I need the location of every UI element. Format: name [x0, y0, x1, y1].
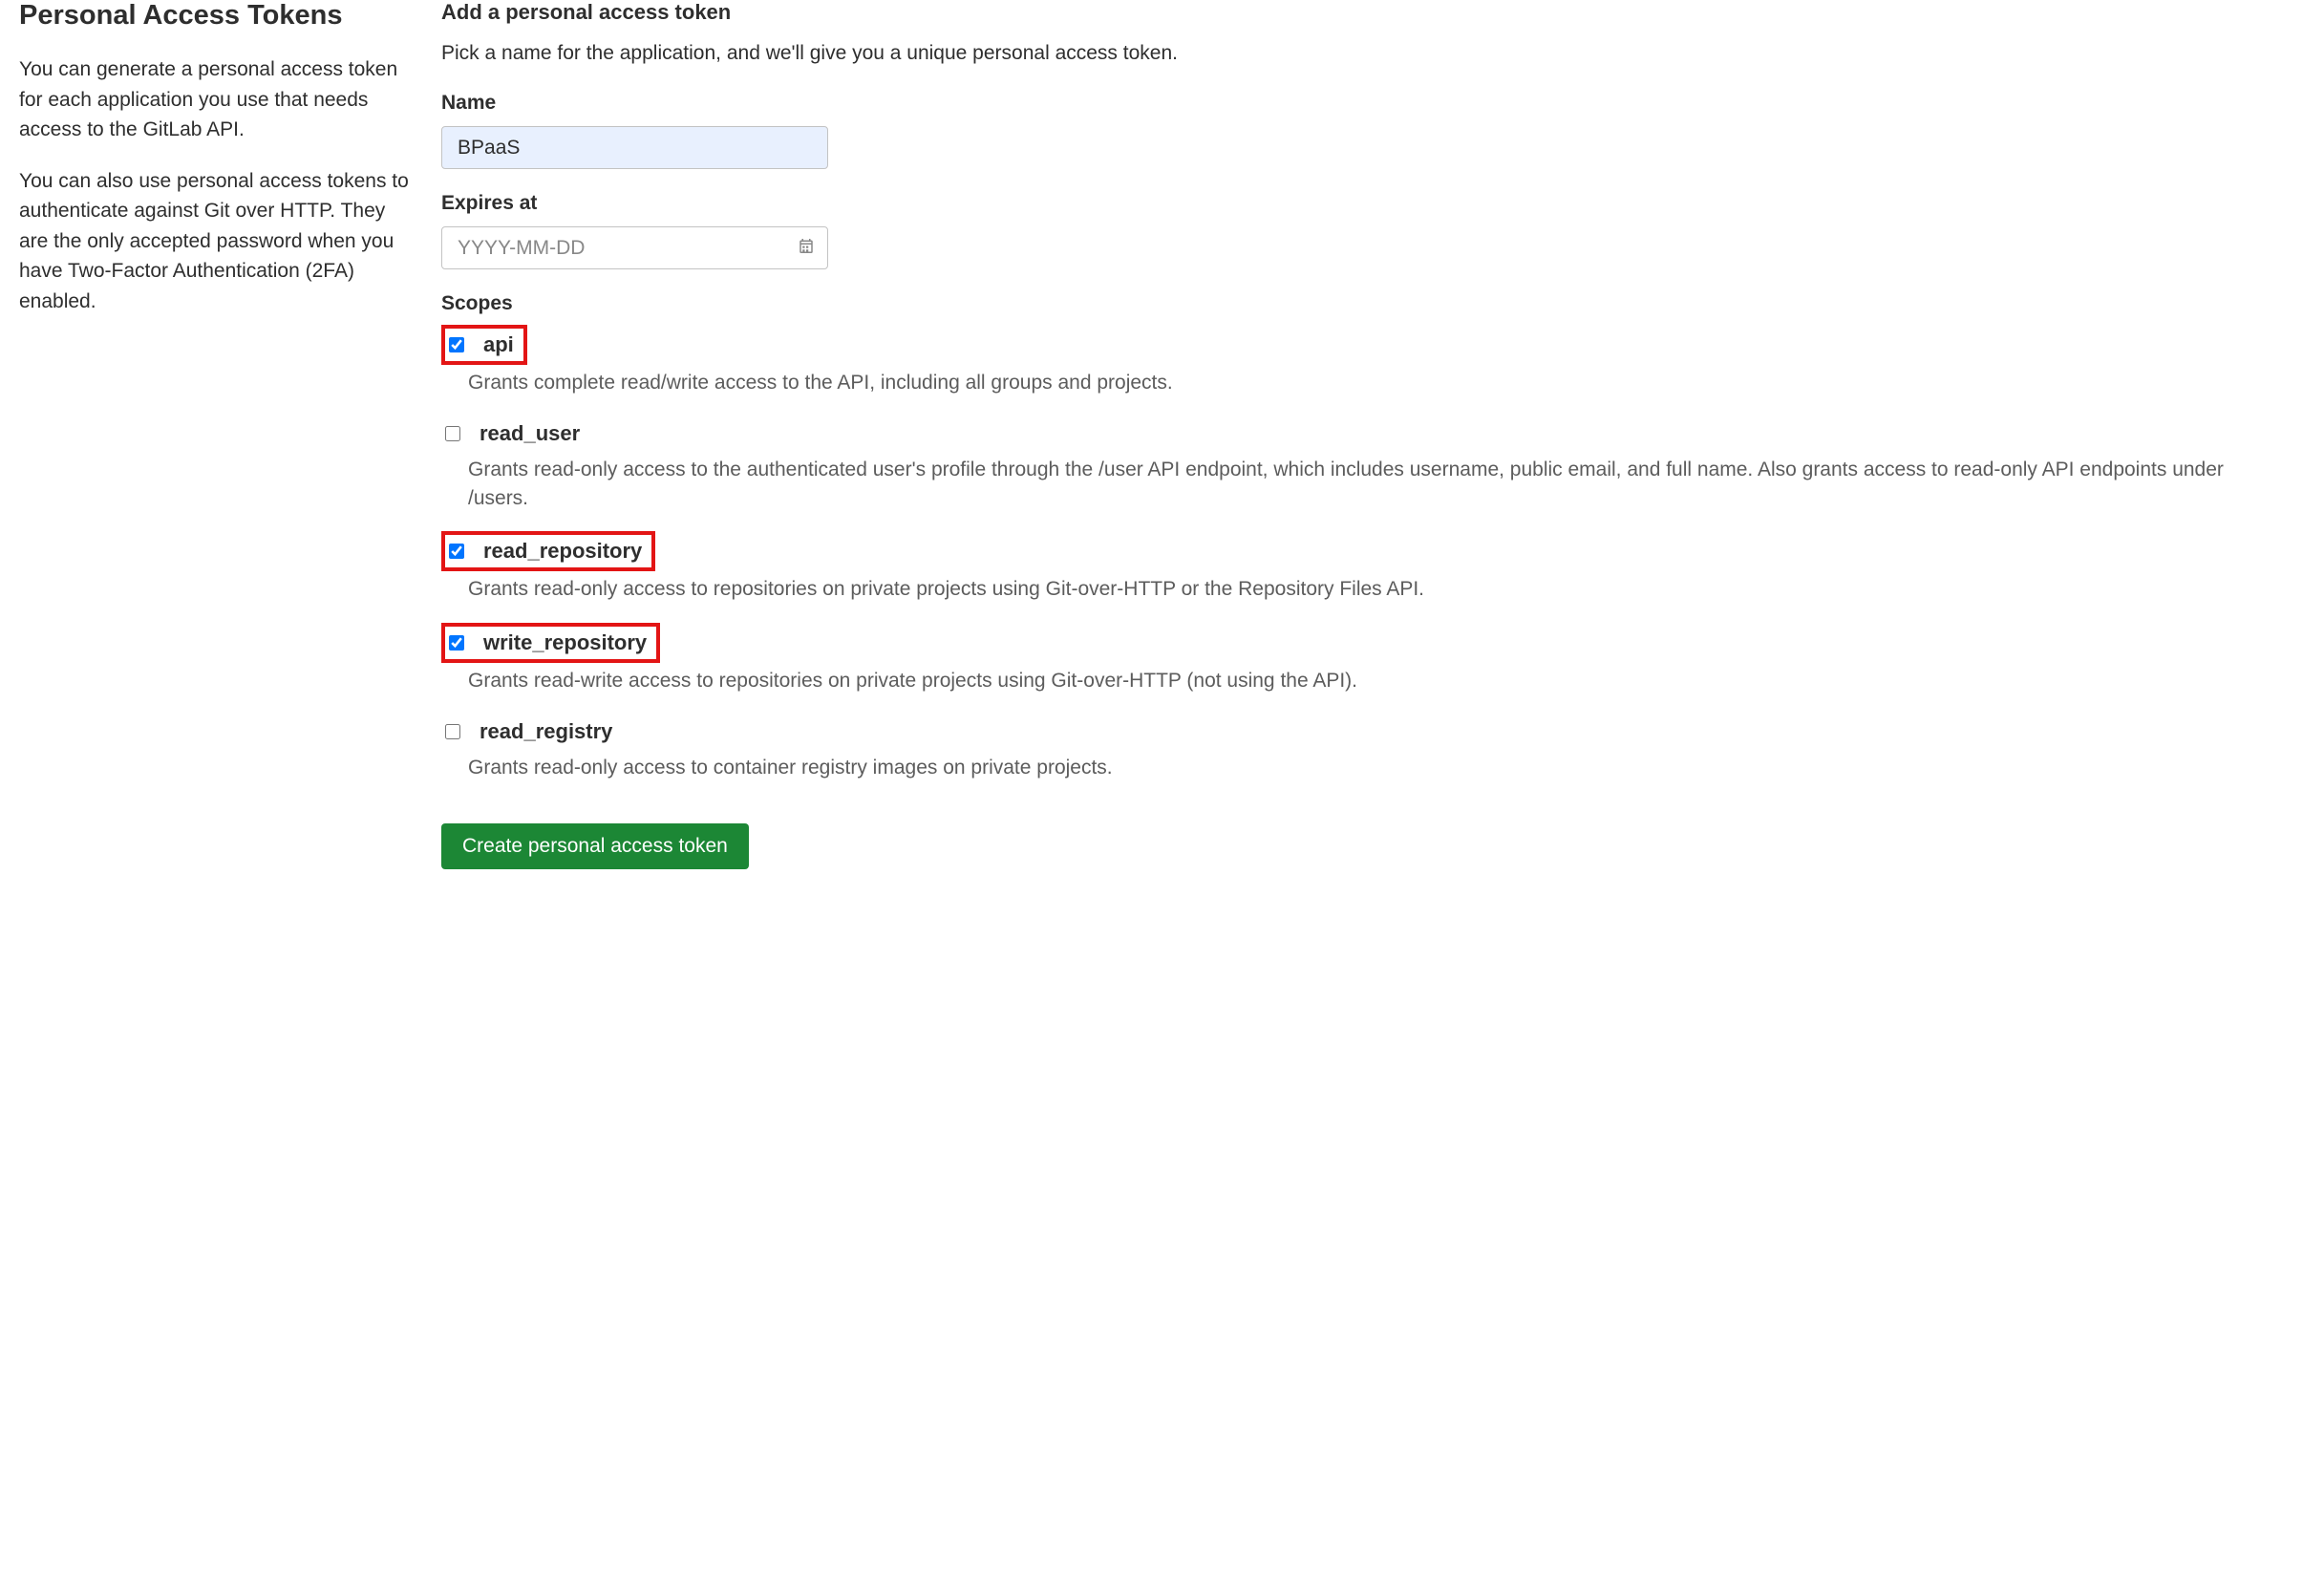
- scope-desc-read_repository: Grants read-only access to repositories …: [441, 575, 2286, 603]
- name-label: Name: [441, 92, 2286, 115]
- expires-input[interactable]: [441, 226, 828, 269]
- scope-checkbox-read_user[interactable]: [445, 426, 460, 441]
- scope-desc-read_registry: Grants read-only access to container reg…: [441, 754, 2286, 781]
- form-heading: Add a personal access token: [441, 0, 2286, 25]
- scope-checkbox-write_repository[interactable]: [449, 635, 464, 651]
- create-token-button[interactable]: Create personal access token: [441, 823, 749, 869]
- scope-name-read_repository: read_repository: [483, 539, 642, 564]
- scope-row-write_repository: write_repository: [441, 623, 660, 663]
- scope-item-api: api Grants complete read/write access to …: [441, 325, 2286, 396]
- scope-desc-api: Grants complete read/write access to the…: [441, 369, 2286, 396]
- page-title: Personal Access Tokens: [19, 0, 415, 32]
- scope-checkbox-api[interactable]: [449, 337, 464, 352]
- scope-name-read_user: read_user: [480, 421, 580, 446]
- page-description-2: You can also use personal access tokens …: [19, 166, 415, 317]
- scope-item-read_repository: read_repository Grants read-only access t…: [441, 531, 2286, 603]
- scope-item-read_registry: read_registry Grants read-only access to …: [441, 714, 2286, 781]
- scope-item-write_repository: write_repository Grants read-write access…: [441, 623, 2286, 694]
- form-subheading: Pick a name for the application, and we'…: [441, 42, 2286, 65]
- scope-checkbox-read_registry[interactable]: [445, 724, 460, 739]
- scope-row-read_repository: read_repository: [441, 531, 655, 571]
- scope-item-read_user: read_user Grants read-only access to the …: [441, 416, 2286, 512]
- scope-desc-write_repository: Grants read-write access to repositories…: [441, 667, 2286, 694]
- scope-checkbox-read_repository[interactable]: [449, 544, 464, 559]
- scope-name-read_registry: read_registry: [480, 719, 612, 744]
- scope-name-api: api: [483, 332, 514, 357]
- scope-row-api: api: [441, 325, 527, 365]
- page-description-1: You can generate a personal access token…: [19, 54, 415, 145]
- scopes-label: Scopes: [441, 292, 2286, 315]
- scope-name-write_repository: write_repository: [483, 630, 647, 655]
- scope-row-read_user: read_user: [441, 416, 2286, 452]
- scope-row-read_registry: read_registry: [441, 714, 2286, 750]
- name-input[interactable]: [441, 126, 828, 169]
- expires-label: Expires at: [441, 192, 2286, 215]
- scope-desc-read_user: Grants read-only access to the authentic…: [441, 456, 2286, 512]
